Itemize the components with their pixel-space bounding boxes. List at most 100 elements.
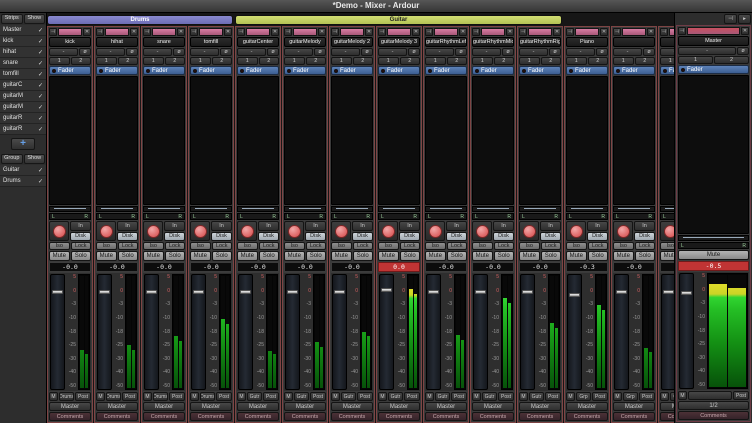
mono-button[interactable]: M (49, 392, 58, 401)
comments-button[interactable]: Comments (378, 412, 420, 421)
gain-display[interactable]: 0.0 (378, 262, 420, 272)
comments-button[interactable]: Comments (143, 412, 185, 421)
comments-button[interactable]: Comments (613, 412, 655, 421)
pan-position-widget[interactable]: LR (425, 213, 467, 220)
monitor-input-button[interactable]: In (164, 221, 185, 231)
monitor-input-button[interactable]: In (399, 221, 420, 231)
trim-button[interactable]: - (143, 48, 172, 56)
fader-processor[interactable]: Fader (96, 66, 138, 75)
strip-name-button[interactable] (613, 37, 655, 47)
channel-1-button[interactable]: 1 (49, 57, 70, 65)
comments-button[interactable]: Comments (678, 411, 749, 420)
gain-display[interactable]: -0.3 (566, 262, 608, 272)
polarity-button[interactable]: ø (408, 48, 420, 56)
solo-button[interactable]: Solo (353, 251, 374, 261)
strip-name-button[interactable]: guitarRhythmLeft (425, 37, 467, 47)
pan-width-widget[interactable] (425, 206, 467, 212)
channel-2-button[interactable]: 2 (71, 57, 92, 65)
group-button[interactable] (688, 391, 732, 400)
mute-button[interactable]: Mute (566, 251, 587, 261)
processor-box[interactable] (143, 76, 185, 205)
record-enable-button[interactable] (519, 221, 539, 241)
group-button[interactable]: Drums (200, 392, 215, 401)
trim-button[interactable]: - (190, 48, 219, 56)
fader-handle[interactable] (240, 290, 251, 294)
group-tab-drums[interactable]: Drums (47, 15, 233, 25)
polarity-button[interactable]: ø (126, 48, 138, 56)
strip-name-button[interactable]: Master (678, 36, 749, 46)
comments-button[interactable]: Comments (519, 412, 561, 421)
fader-processor[interactable]: Fader (143, 66, 185, 75)
monitor-input-button[interactable]: In (493, 221, 514, 231)
channel-2-button[interactable]: 2 (212, 57, 233, 65)
mute-button[interactable]: Mute (378, 251, 399, 261)
monitor-disk-button[interactable]: Disk (117, 232, 138, 242)
solo-lock-button[interactable]: Lock (259, 242, 280, 250)
solo-lock-button[interactable]: Lock (212, 242, 233, 250)
mute-button[interactable]: Mute (678, 250, 749, 260)
solo-button[interactable]: Solo (118, 251, 139, 261)
meter-point-button[interactable]: Post (498, 392, 514, 401)
monitor-disk-button[interactable]: Disk (70, 232, 91, 242)
group-visible-check[interactable]: ✓ (38, 167, 43, 174)
processor-box[interactable] (190, 76, 232, 205)
comments-button[interactable]: Comments (96, 412, 138, 421)
trim-button[interactable]: - (613, 48, 642, 56)
trim-button[interactable]: - (237, 48, 266, 56)
strip-close-button[interactable]: ✕ (741, 27, 749, 35)
strip-name-button[interactable]: guitarRhythmMiddle (472, 37, 514, 47)
solo-isolate-button[interactable]: Iso (613, 242, 634, 250)
meter-point-button[interactable]: Post (404, 392, 420, 401)
strip-hide-button[interactable]: ⊣ (472, 28, 480, 36)
channel-2-button[interactable]: 2 (635, 57, 656, 65)
fader-handle[interactable] (381, 288, 392, 292)
processor-box[interactable] (49, 76, 91, 205)
strip-name-button[interactable]: guitarCenter (237, 37, 279, 47)
meter-point-button[interactable]: Post (639, 392, 655, 401)
group-button[interactable]: Gutr (341, 392, 356, 401)
solo-isolate-button[interactable]: Iso (519, 242, 540, 250)
mute-button[interactable]: Mute (472, 251, 493, 261)
polarity-button[interactable]: ø (737, 47, 749, 55)
strip-close-button[interactable]: ✕ (130, 28, 138, 36)
channel-2-button[interactable]: 2 (588, 57, 609, 65)
processor-box[interactable] (237, 76, 279, 205)
output-button[interactable]: Master (472, 402, 514, 411)
polarity-button[interactable]: ø (596, 48, 608, 56)
pan-position-widget[interactable]: LR (678, 242, 749, 249)
fader-handle[interactable] (681, 291, 692, 295)
solo-lock-button[interactable]: Lock (494, 242, 515, 250)
group-button[interactable]: Drums (106, 392, 121, 401)
pan-width-widget[interactable] (519, 206, 561, 212)
channel-1-button[interactable]: 1 (566, 57, 587, 65)
monitor-input-button[interactable]: In (634, 221, 655, 231)
trim-button[interactable]: - (49, 48, 78, 56)
fader-handle[interactable] (52, 290, 63, 294)
solo-button[interactable]: Solo (588, 251, 609, 261)
pan-position-widget[interactable]: LR (96, 213, 138, 220)
solo-button[interactable]: Solo (212, 251, 233, 261)
channel-2-button[interactable]: 2 (259, 57, 280, 65)
mute-button[interactable]: Mute (613, 251, 634, 261)
comments-button[interactable]: Comments (237, 412, 279, 421)
strip-list-row[interactable]: kick✓ (0, 36, 46, 47)
group-button[interactable]: Gutr (388, 392, 403, 401)
record-enable-button[interactable] (331, 221, 351, 241)
pane-shrink-button[interactable]: ⊣ (724, 14, 737, 24)
solo-isolate-button[interactable]: Iso (378, 242, 399, 250)
pan-position-widget[interactable]: LR (566, 213, 608, 220)
monitor-input-button[interactable]: In (70, 221, 91, 231)
strip-hide-button[interactable]: ⊣ (378, 28, 386, 36)
processor-box[interactable] (566, 76, 608, 205)
gain-display[interactable]: -0.0 (237, 262, 279, 272)
channel-1-button[interactable]: 1 (678, 56, 713, 64)
solo-lock-button[interactable]: Lock (447, 242, 468, 250)
solo-button[interactable]: Solo (541, 251, 562, 261)
solo-isolate-button[interactable]: Iso (331, 242, 352, 250)
processor-box[interactable] (678, 75, 749, 234)
polarity-button[interactable]: ø (79, 48, 91, 56)
monitor-input-button[interactable]: In (587, 221, 608, 231)
group-button[interactable]: Drums (59, 392, 74, 401)
comments-button[interactable]: Comments (472, 412, 514, 421)
record-enable-button[interactable] (237, 221, 257, 241)
